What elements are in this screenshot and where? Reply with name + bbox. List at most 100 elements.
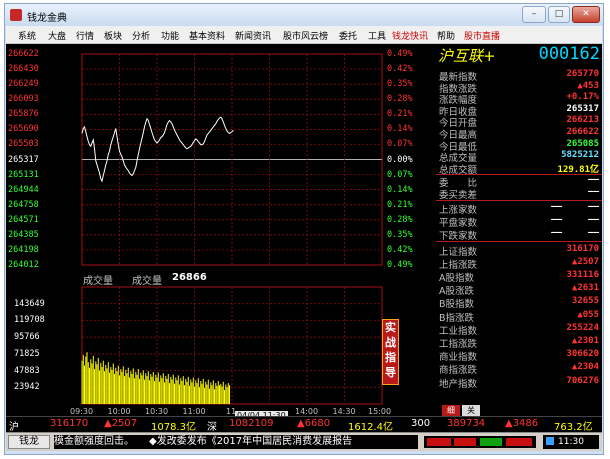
count-row: 上涨家数 —— —— — [436, 202, 602, 216]
volume-tick-label: 143649 — [14, 298, 45, 309]
sh-label: 沪 — [9, 422, 19, 433]
volume-tick-label: 95766 — [14, 332, 40, 343]
idx300-label: 300 — [411, 418, 431, 429]
menu-item-4[interactable]: 分析 — [132, 29, 150, 42]
app-window: 钱龙金典 – □ ✕ 系统 大盘 行情 板块 分析 功能 基本资料 新闻资讯 股市风云榜 委托 工具… — [4, 3, 604, 455]
stat-value: 5825212 — [561, 150, 599, 161]
index-label: A股指数 — [439, 273, 474, 284]
stat-row: 今日开盘 266213 — [436, 115, 602, 129]
chart-area: 266622 0.49% 266430 0.42% 266249 0.35% 266093 0… — [6, 44, 434, 420]
menu-item-3[interactable]: 板块 — [104, 29, 122, 42]
count-row: 平盘家数 —— —— — [436, 214, 602, 229]
stat-value: +0.17% — [566, 92, 599, 103]
tab-related[interactable]: 关 — [462, 405, 480, 416]
volume-tick-label: 47883 — [14, 365, 40, 376]
price-line — [81, 116, 234, 183]
stat-value: 265770 — [566, 69, 599, 79]
price-tick-label: 265131 — [8, 169, 39, 180]
menu-item-0[interactable]: 系统 — [18, 29, 36, 42]
news-ticker-text[interactable]: 模金额强度回击。 ◆发改委发布《2017年中国居民消费发展报告 — [54, 435, 418, 449]
pct-tick-label: 0.21% — [387, 199, 413, 210]
index-row: A股指数 331116 — [436, 270, 602, 284]
index-label: A股涨跌 — [439, 286, 474, 298]
index-row: 上证指数 316170 — [436, 243, 602, 258]
price-tick-label: 264385 — [8, 229, 39, 240]
stat-value: 266622 — [566, 127, 599, 137]
menu-item-1[interactable]: 大盘 — [48, 29, 66, 42]
menu-item-7[interactable]: 新闻资讯 — [235, 29, 271, 42]
stat-row: 委买卖差 —— — [436, 187, 602, 201]
idx300-change: ▲3486 — [505, 418, 539, 429]
menu-item-9[interactable]: 委托 — [339, 29, 357, 42]
price-tick-label: 265503 — [8, 139, 39, 150]
sz-change: ▲6680 — [297, 418, 331, 429]
time-tick-label: 14:30 — [332, 407, 356, 416]
strategy-guide-button[interactable]: 实战指导 — [382, 319, 399, 385]
idx300-amount: 763.2亿 — [554, 422, 593, 433]
clock-time: 11:30 — [558, 437, 584, 447]
index-value: ▲055 — [577, 309, 599, 320]
volume-tick-label: 71825 — [14, 348, 40, 359]
pct-tick-label: 0.28% — [387, 214, 413, 225]
stat-value: —— — [588, 175, 599, 186]
pct-tick-label: 0.21% — [387, 109, 413, 120]
menu-item-12[interactable]: 帮助 — [437, 29, 455, 42]
time-tick-label: 10:00 — [107, 407, 131, 416]
intraday-chart[interactable] — [6, 44, 434, 416]
index-label: B指涨跌 — [439, 312, 475, 324]
index-row: 工指涨跌 ▲2301 — [436, 336, 602, 350]
security-name: 沪互联+ — [438, 47, 496, 65]
menu-item-2[interactable]: 行情 — [76, 29, 94, 42]
count-label: 下跌家数 — [439, 230, 478, 242]
index-value: ▲2301 — [571, 336, 599, 346]
price-tick-label: 265317 — [8, 154, 39, 165]
clock-icon — [546, 437, 554, 445]
title-bar[interactable]: 钱龙金典 – □ ✕ — [5, 4, 603, 26]
menu-item-5[interactable]: 功能 — [161, 29, 179, 42]
restore-button[interactable]: □ — [548, 6, 570, 23]
count-row: 下跌家数 —— —— — [436, 228, 602, 242]
brand-logo[interactable]: 钱龙 — [8, 435, 50, 449]
sh-value: 316170 — [50, 418, 89, 429]
index-label: 地产指数 — [439, 378, 478, 390]
tab-detail[interactable]: 细 — [442, 405, 460, 416]
news-ticker-bar: 钱龙 模金额强度回击。 ◆发改委发布《2017年中国居民消费发展报告 11:30 — [6, 432, 602, 451]
stat-value: ▲453 — [577, 80, 599, 91]
index-label: 商业指数 — [439, 352, 478, 364]
price-tick-label: 266093 — [8, 94, 39, 105]
price-tick-label: 264198 — [8, 244, 39, 255]
market-strength-bars — [424, 436, 536, 448]
pct-tick-label: 0.00% — [387, 154, 413, 165]
menu-item-13[interactable]: 股市直播 — [464, 29, 500, 42]
menu-item-10[interactable]: 工具 — [368, 29, 386, 42]
index-row: B指涨跌 ▲055 — [436, 309, 602, 324]
panel-divider — [436, 199, 602, 201]
sh-amount: 1078.3亿 — [151, 422, 196, 433]
pct-tick-label: 0.35% — [387, 229, 413, 240]
window-title: 钱龙金典 — [27, 13, 67, 24]
stat-row: 今日最高 266622 — [436, 127, 602, 141]
security-code: 000162 — [538, 44, 600, 64]
time-tick-label: 15:00 — [368, 407, 392, 416]
menu-item-6[interactable]: 基本资料 — [189, 29, 225, 42]
panel-tabs: 细 关 — [436, 405, 602, 416]
price-tick-label: 266430 — [8, 64, 39, 75]
index-value: 316170 — [566, 243, 599, 254]
index-row: A股涨跌 ▲2631 — [436, 283, 602, 298]
volume-tick-label: 23942 — [14, 382, 40, 393]
count-value-b: —— — [588, 214, 599, 225]
pct-tick-label: 0.28% — [387, 94, 413, 105]
close-button[interactable]: ✕ — [572, 6, 600, 23]
index-label: 上证指数 — [439, 246, 478, 258]
index-value: 706276 — [566, 375, 599, 386]
index-status-bar: 沪 316170 ▲2507 1078.3亿 深 1082109 ▲6680 1… — [6, 416, 602, 433]
stat-value: 129.81亿 — [557, 164, 599, 175]
menu-item-8[interactable]: 股市风云榜 — [283, 29, 328, 42]
index-row: 工业指数 255224 — [436, 323, 602, 337]
menu-item-11[interactable]: 钱龙快讯 — [392, 29, 428, 42]
volume-tick-label: 119708 — [14, 315, 45, 326]
index-value: ▲2631 — [571, 283, 599, 294]
quote-panel: 沪互联+ 000162 细 关 最新指数 265770 指数涨跌 ▲453 涨跌幅度 +0… — [436, 44, 602, 416]
stat-value: 265317 — [566, 103, 599, 114]
minimize-button[interactable]: – — [522, 6, 546, 23]
